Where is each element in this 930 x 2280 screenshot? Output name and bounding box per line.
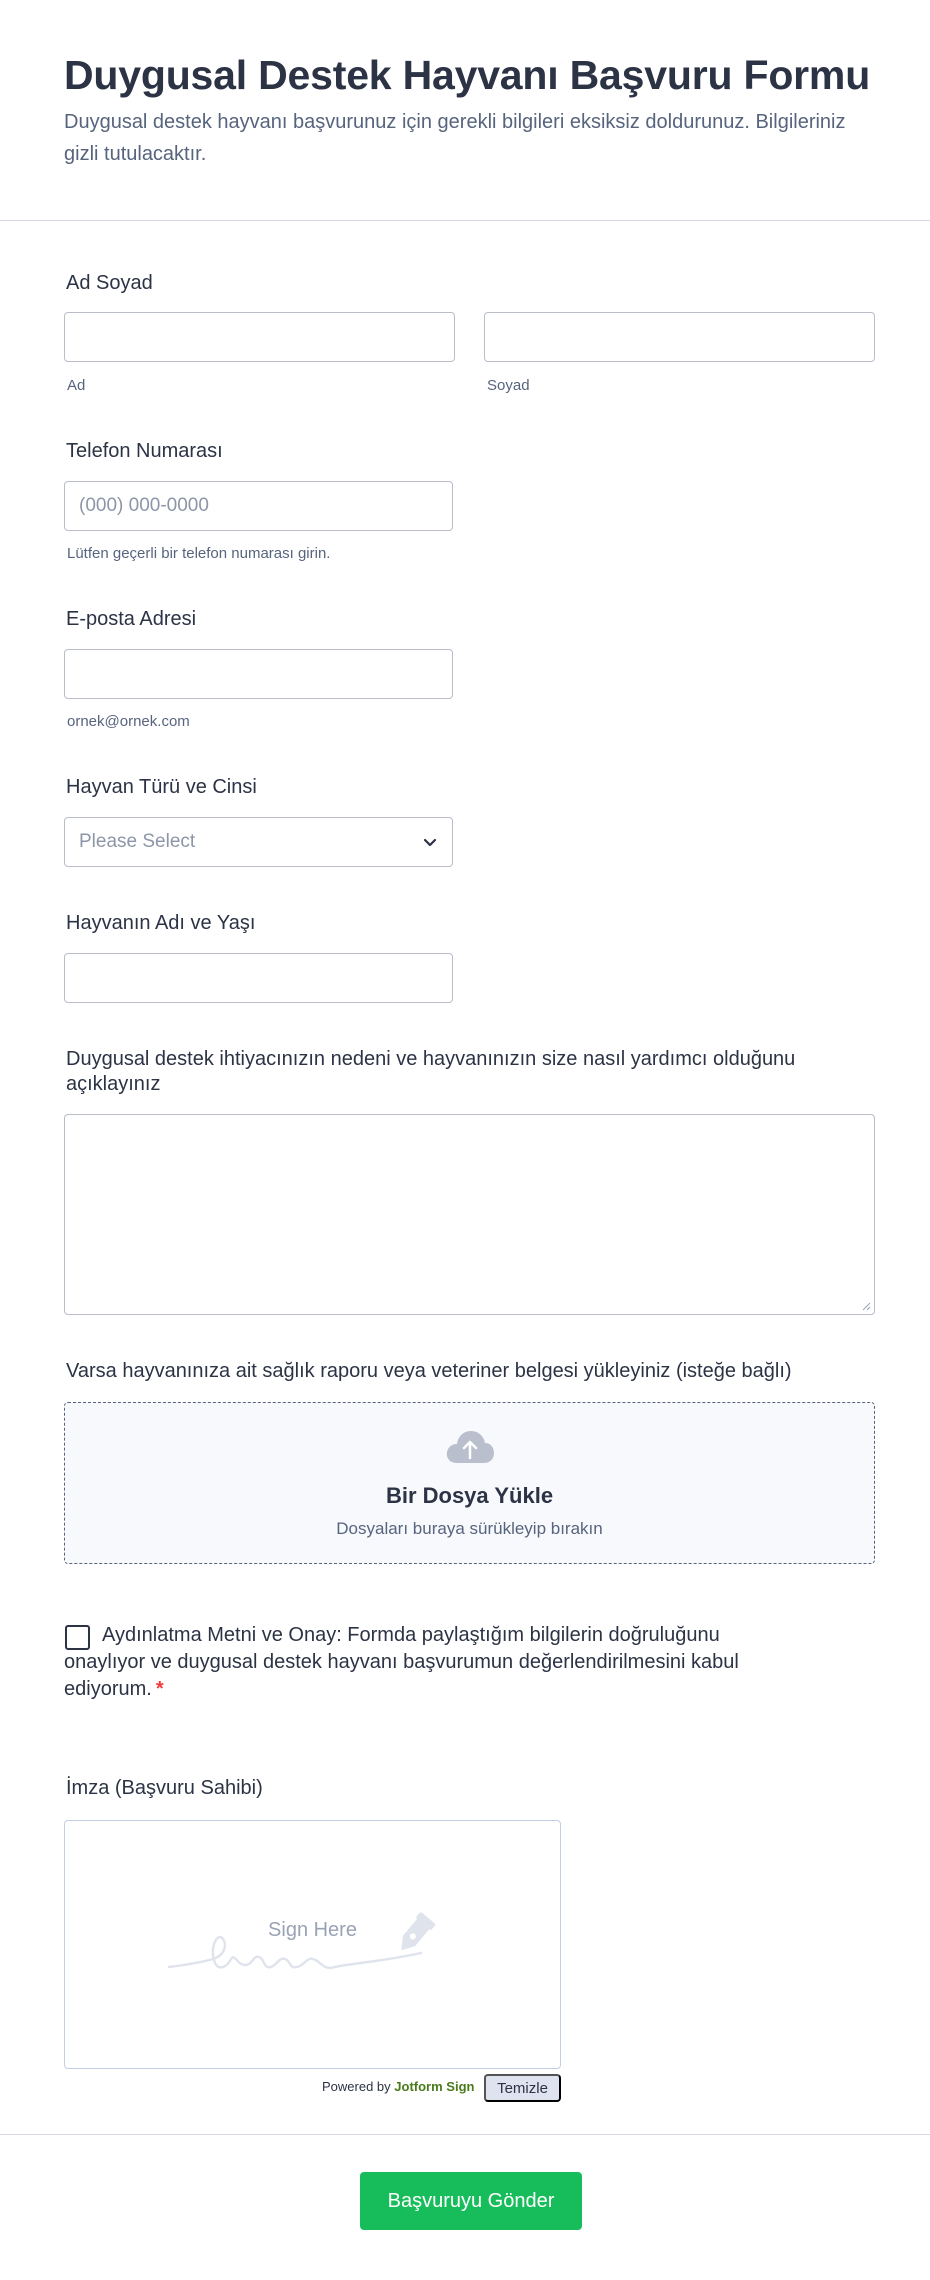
form-header: Duygusal Destek Hayvanı Başvuru Formu Du… <box>0 0 930 221</box>
phone-label: Telefon Numarası <box>66 440 223 462</box>
upload-title: Bir Dosya Yükle <box>385 1483 554 1508</box>
footer-divider <box>0 2134 930 2135</box>
file-upload-dropzone[interactable]: Bir Dosya Yükle Dosyaları buraya sürükle… <box>64 1402 875 1564</box>
form-title: Duygusal Destek Hayvanı Başvuru Formu <box>64 52 871 98</box>
chevron-down-icon <box>423 838 437 847</box>
powered-prefix: Powered by <box>322 2079 391 2094</box>
submit-button[interactable]: Başvuruyu Gönder <box>360 2172 582 2230</box>
animal-name-input[interactable] <box>64 953 453 1003</box>
upload-label: Varsa hayvanınıza ait sağlık raporu veya… <box>66 1360 792 1382</box>
animal-name-label: Hayvanın Adı ve Yaşı <box>66 912 256 934</box>
upload-subtitle: Dosyaları buraya sürükleyip bırakın <box>336 1519 603 1538</box>
consent-label: Aydınlatma Metni ve Onay: Formda paylaşt… <box>64 1624 739 1700</box>
animal-type-label: Hayvan Türü ve Cinsi <box>66 776 257 798</box>
name-label: Ad Soyad <box>66 272 153 294</box>
last-name-sublabel: Soyad <box>487 377 530 394</box>
required-asterisk: * <box>155 1678 164 1700</box>
animal-type-selected: Please Select <box>79 831 196 852</box>
first-name-sublabel: Ad <box>67 377 86 394</box>
phone-sublabel: Lütfen geçerli bir telefon numarası giri… <box>67 545 331 562</box>
signature-pad[interactable]: Sign Here <box>64 1820 561 2069</box>
reason-label: Duygusal destek ihtiyacınızın nedeni ve … <box>66 1048 796 1095</box>
first-name-input[interactable] <box>64 312 455 362</box>
email-input[interactable] <box>64 649 453 699</box>
powered-brand[interactable]: Jotform Sign <box>394 2079 474 2094</box>
phone-input[interactable] <box>64 481 453 531</box>
cloud-upload-icon <box>446 1431 494 1463</box>
resize-grip-icon[interactable] <box>859 1299 871 1311</box>
animal-type-select[interactable]: Please Select <box>64 817 453 867</box>
consent-text: Aydınlatma Metni ve Onay: Formda paylaşt… <box>64 1622 804 1703</box>
signature-placeholder: Sign Here <box>268 1919 357 1941</box>
last-name-input[interactable] <box>484 312 875 362</box>
form-description: Duygusal destek hayvanı başvurunuz için … <box>64 111 846 165</box>
reason-textarea[interactable] <box>64 1114 875 1315</box>
signature-label: İmza (Başvuru Sahibi) <box>66 1777 263 1799</box>
email-label: E-posta Adresi <box>66 608 197 630</box>
powered-by-text: Powered by Jotform Sign <box>322 2079 474 2094</box>
email-sublabel: ornek@ornek.com <box>67 713 190 730</box>
clear-signature-button[interactable]: Temizle <box>484 2074 561 2102</box>
